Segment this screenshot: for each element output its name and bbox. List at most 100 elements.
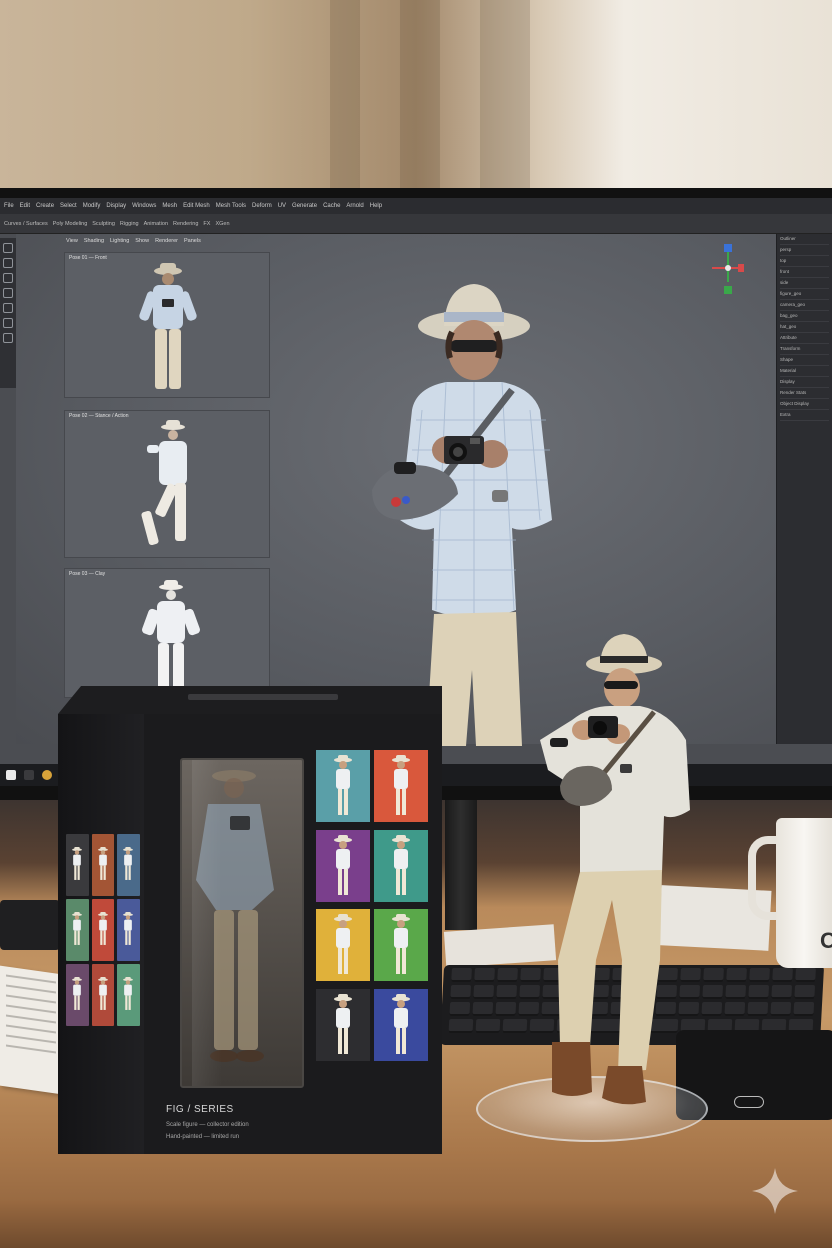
figure-pose-icon (123, 911, 134, 945)
figure-thumbnail-icon (141, 420, 187, 546)
side-pose-tile (66, 834, 89, 896)
select-tool-icon[interactable] (3, 243, 13, 253)
pose-thumbnail[interactable]: Pose 02 — Stance / Action (64, 410, 270, 558)
outliner-row[interactable]: Transform (780, 346, 829, 355)
shelf-tab[interactable]: Animation (144, 221, 168, 227)
outliner-row[interactable]: Attribute (780, 335, 829, 344)
menu-item[interactable]: Windows (132, 203, 156, 209)
browser-icon[interactable] (42, 770, 52, 780)
shelf-tab[interactable]: Curves / Surfaces (4, 221, 48, 227)
pose-tile (316, 988, 370, 1061)
shelf-toolbar: Curves / Surfaces Poly Modeling Sculpting R… (0, 214, 832, 234)
menu-item[interactable]: Mesh (162, 203, 177, 209)
outliner-row[interactable]: persp (780, 247, 829, 256)
shelf-tab[interactable]: Rigging (120, 221, 139, 227)
shelf-tab[interactable]: FX (203, 221, 210, 227)
start-icon[interactable] (6, 770, 16, 780)
outliner-row[interactable]: hat_geo (780, 324, 829, 333)
outliner-row[interactable]: front (780, 269, 829, 278)
shelf-tab[interactable]: Rendering (173, 221, 198, 227)
main-3d-model[interactable] (316, 270, 576, 746)
box-front-panel: FIG / SERIES Scale figure — collector ed… (144, 714, 442, 1154)
outliner-row[interactable]: side (780, 280, 829, 289)
shelf-tab[interactable]: XGen (215, 221, 229, 227)
thumbnail-label: Pose 02 — Stance / Action (69, 413, 129, 419)
outliner-row[interactable]: top (780, 258, 829, 267)
figure-pose-icon (392, 755, 410, 815)
outliner-row[interactable]: bag_geo (780, 313, 829, 322)
viewport-menu-item[interactable]: Shading (84, 238, 104, 244)
menu-item[interactable]: Generate (292, 203, 317, 209)
viewport-menu-item[interactable]: Lighting (110, 238, 129, 244)
outliner-row[interactable]: figure_geo (780, 291, 829, 300)
viewport-menu-item[interactable]: Panels (184, 238, 201, 244)
figure-thumbnail-icon (139, 263, 197, 389)
axis-gizmo-icon[interactable] (710, 242, 746, 296)
box-title: FIG / SERIES (166, 1104, 234, 1115)
outliner-row[interactable]: camera_geo (780, 302, 829, 311)
3d-viewport[interactable]: View Shading Lighting Show Renderer Panels Po… (16, 234, 776, 746)
figure-box: FIG / SERIES Scale figure — collector ed… (58, 686, 442, 1154)
menu-item[interactable]: Display (106, 203, 126, 209)
menu-item[interactable]: Arnold (346, 203, 363, 209)
outliner-row[interactable]: Material (780, 368, 829, 377)
shelf-tab[interactable]: Sculpting (92, 221, 115, 227)
menu-item[interactable]: Deform (252, 203, 272, 209)
curtain-fold (330, 0, 360, 200)
menu-item[interactable]: Modify (83, 203, 101, 209)
outliner-row[interactable]: Outliner (780, 236, 829, 245)
menu-item[interactable]: File (4, 203, 14, 209)
curtain-fold (480, 0, 530, 200)
side-pose-tile (117, 834, 140, 896)
outliner-row[interactable]: Extra (780, 412, 829, 421)
viewport-menu-item[interactable]: Show (135, 238, 149, 244)
menu-item[interactable]: Create (36, 203, 54, 209)
pose-thumbnail[interactable]: Pose 03 — Clay (64, 568, 270, 699)
viewport-menu-item[interactable]: View (66, 238, 78, 244)
outliner-panel[interactable]: Outliner persp top front side figure_geocamer… (776, 234, 832, 744)
box-top (58, 686, 442, 714)
pose-tile (316, 909, 370, 981)
paint-tool-icon[interactable] (3, 273, 13, 283)
shelf-tab[interactable]: Poly Modeling (53, 221, 88, 227)
menu-bar: File Edit Create Select Modify Display Windows… (0, 198, 832, 214)
sparkle-icon (752, 1168, 798, 1214)
menu-item[interactable]: Edit (20, 203, 30, 209)
mug-print: C (820, 928, 832, 953)
menu-item[interactable]: UV (278, 203, 286, 209)
side-pose-tile (91, 899, 115, 961)
menu-item[interactable]: Edit Mesh (183, 203, 210, 209)
menu-item[interactable]: Help (370, 203, 382, 209)
box-side-panel (58, 714, 144, 1154)
curtain-fold (400, 0, 440, 200)
viewport-menu-item[interactable]: Renderer (155, 238, 178, 244)
menu-item[interactable]: Cache (323, 203, 340, 209)
search-icon[interactable] (24, 770, 34, 780)
figure-pose-icon (97, 976, 108, 1010)
figure-pose-icon (97, 846, 108, 880)
viewport-menu: View Shading Lighting Show Renderer Panels (66, 238, 201, 244)
side-pose-tile (117, 899, 140, 961)
rotate-tool-icon[interactable] (3, 303, 13, 313)
pose-tile (374, 909, 428, 981)
pose-tile (374, 750, 428, 822)
thumbnail-label: Pose 03 — Clay (69, 571, 106, 577)
outliner-row[interactable]: Shape (780, 357, 829, 366)
lasso-tool-icon[interactable] (3, 258, 13, 268)
pose-thumbnail[interactable]: Pose 01 — Front (64, 252, 270, 398)
layout-icon[interactable] (3, 333, 13, 343)
figure-pose-icon (72, 911, 82, 945)
outliner-row[interactable]: Render Stats (780, 390, 829, 399)
scale-tool-icon[interactable] (3, 318, 13, 328)
outliner-row[interactable]: Display (780, 379, 829, 388)
menu-item[interactable]: Mesh Tools (216, 203, 246, 209)
figure-pose-icon (334, 834, 352, 895)
figure-pose-icon (72, 846, 82, 880)
menu-item[interactable]: Select (60, 203, 77, 209)
move-tool-icon[interactable] (3, 288, 13, 298)
pose-tile (316, 750, 370, 822)
box-window (180, 758, 304, 1088)
desk-edge (0, 1200, 832, 1248)
pose-tile-grid (316, 750, 428, 1062)
outliner-row[interactable]: Object Display (780, 401, 829, 410)
